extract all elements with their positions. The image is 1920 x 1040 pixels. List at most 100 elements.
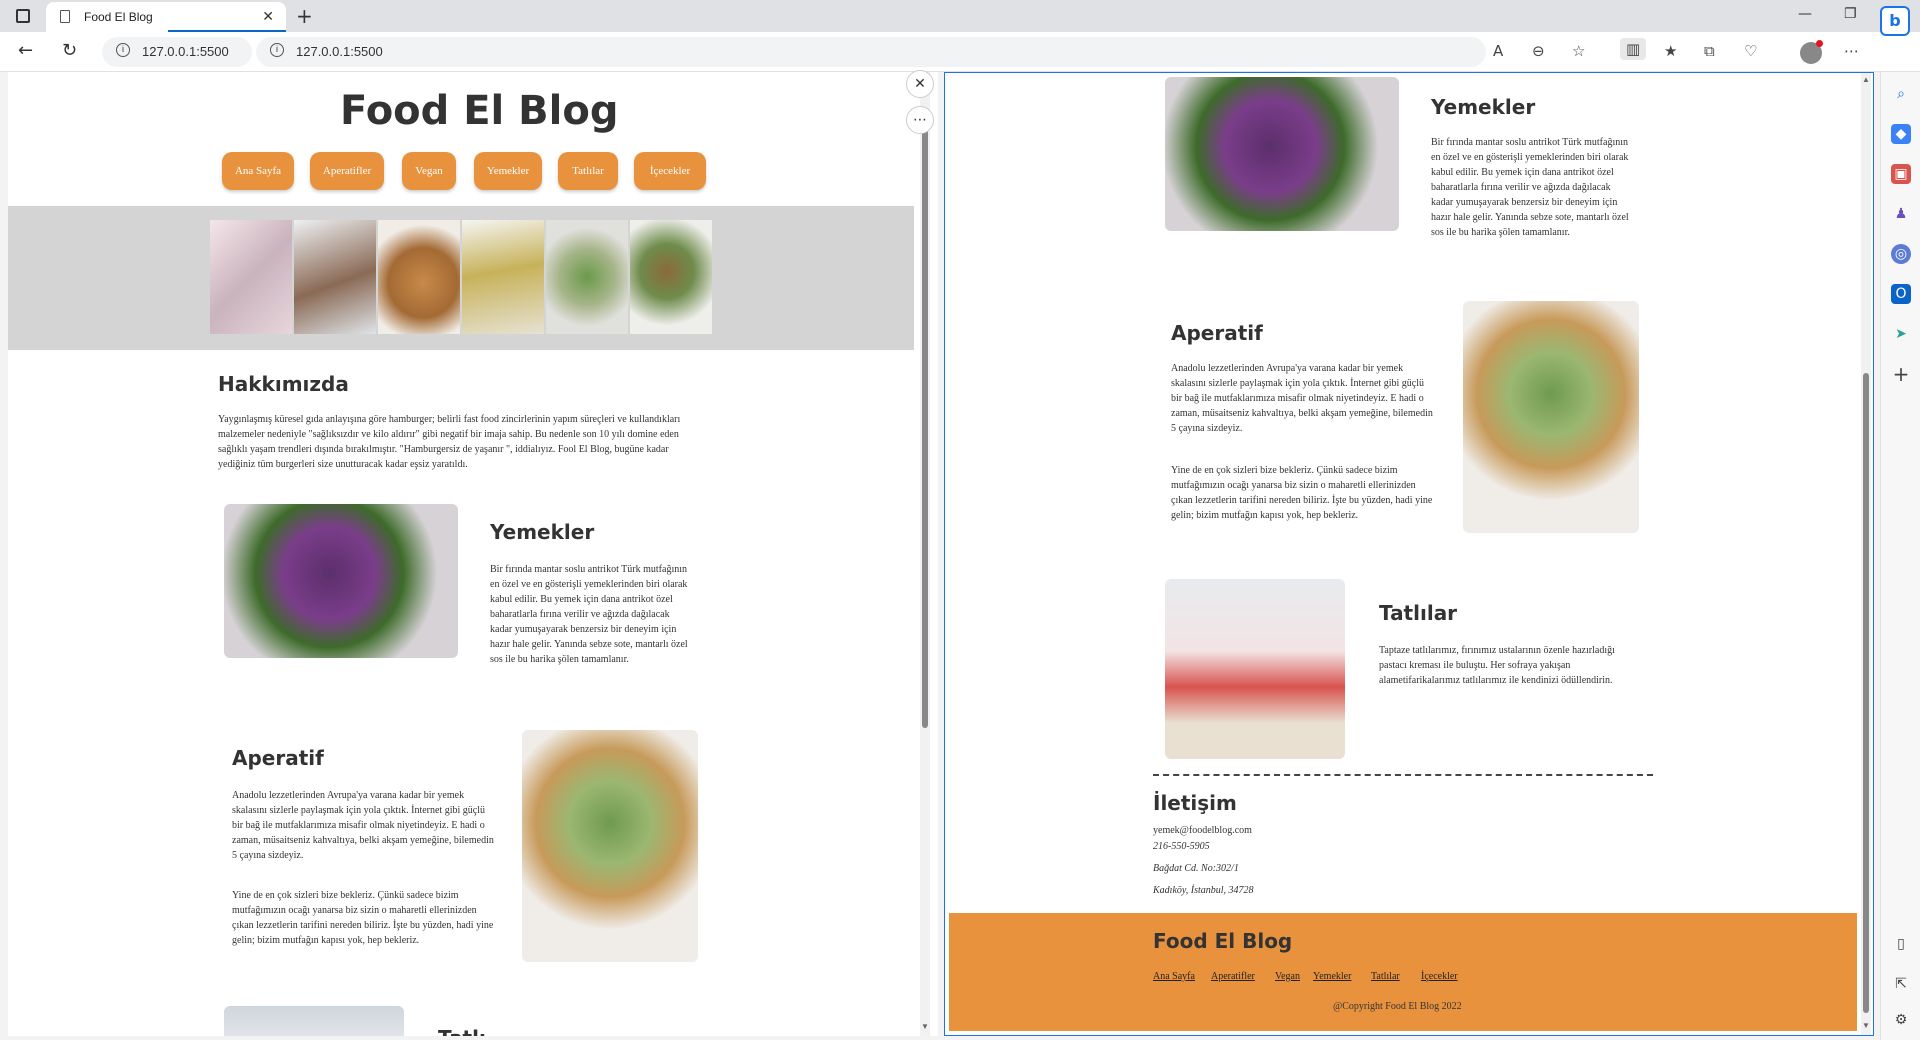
footer-link-ana-sayfa[interactable]: Ana Sayfa (1153, 971, 1195, 982)
split-pane-left: Food El Blog Ana Sayfa Aperatifler Vegan… (8, 72, 938, 1036)
restore-icon[interactable]: ❐ (1844, 6, 1857, 22)
yemekler-heading: Yemekler (490, 520, 595, 544)
more-menu-icon[interactable]: ⋯ (1844, 42, 1859, 60)
aperatif-text-1: Anadolu lezzetlerinden Avrupa'ya varana … (232, 790, 494, 861)
split-screen-icon[interactable]: ▥ (1620, 38, 1647, 60)
external-link-icon[interactable]: ⇱ (1891, 974, 1911, 994)
collections-icon[interactable]: ⧉ (1704, 42, 1715, 60)
nav-ana-sayfa[interactable]: Ana Sayfa (222, 152, 294, 190)
tatlilar-heading-partial: Tatlı (438, 1026, 486, 1036)
scroll-down-arrow-icon[interactable]: ▼ (920, 1022, 930, 1032)
url-text-left: 127.0.0.1:5500 (142, 44, 229, 59)
page-icon (60, 10, 70, 23)
nav-icecekler[interactable]: İçecekler (634, 152, 706, 190)
split-more-icon[interactable]: ⋯ (906, 106, 934, 134)
address-bar-left[interactable]: i 127.0.0.1:5500 (102, 37, 252, 67)
add-icon[interactable]: + (1891, 364, 1911, 384)
aperatif-image (1463, 301, 1639, 533)
gallery-image-salad (546, 220, 628, 334)
aperatif-heading: Aperatif (1171, 321, 1263, 345)
contact-email[interactable]: yemek@foodelblog.com (1153, 823, 1252, 838)
address-bar-right[interactable]: i 127.0.0.1:5500 (256, 37, 1486, 67)
yemekler-image (224, 504, 458, 658)
nav-aperatifler[interactable]: Aperatifler (310, 152, 384, 190)
right-scrollbar[interactable]: ▲ ▼ (1861, 73, 1871, 1035)
info-icon[interactable]: i (270, 43, 284, 57)
search-icon[interactable]: ⌕ (1891, 84, 1911, 104)
scroll-up-arrow-icon[interactable]: ▲ (1861, 75, 1871, 85)
footer-title: Food El Blog (1153, 929, 1293, 953)
settings-gear-icon[interactable]: ⚙ (1891, 1010, 1911, 1030)
browser-tab[interactable]: Food El Blog ✕ (46, 2, 286, 32)
info-icon[interactable]: i (116, 43, 130, 57)
footer-link-tatlilar[interactable]: Tatlılar (1371, 971, 1400, 982)
send-icon[interactable]: ➤ (1891, 324, 1911, 344)
copilot-icon[interactable]: b (1880, 6, 1910, 36)
aperatif-image (522, 730, 698, 962)
browser-toolbar: ← ↻ i 127.0.0.1:5500 i 127.0.0.1:5500 A … (0, 32, 1920, 72)
split-pane-right: Yemekler Bir fırında mantar soslu antrik… (944, 72, 1874, 1036)
close-split-icon[interactable]: ✕ (906, 70, 934, 98)
yemekler-heading: Yemekler (1431, 95, 1536, 119)
contact-address-1: Bağdat Cd. No:302/1 (1153, 863, 1239, 874)
footer-link-aperatifler[interactable]: Aperatifler (1211, 971, 1255, 982)
favorite-star-icon[interactable]: ☆ (1572, 42, 1585, 60)
minimize-icon[interactable]: — (1798, 6, 1812, 22)
new-tab-button[interactable]: + (296, 4, 313, 28)
url-text-right: 127.0.0.1:5500 (296, 44, 383, 59)
title-bar: Food El Blog ✕ + — ❐ ✕ (0, 0, 1920, 32)
read-aloud-icon[interactable]: A (1493, 42, 1503, 60)
tatlilar-image-partial (224, 1006, 404, 1036)
aperatif-text-1: Anadolu lezzetlerinden Avrupa'ya varana … (1171, 363, 1433, 434)
tools-icon[interactable]: ▣ (1891, 164, 1911, 184)
scroll-down-arrow-icon[interactable]: ▼ (1861, 1021, 1871, 1031)
games-icon[interactable]: ♟ (1891, 204, 1911, 224)
left-scrollbar[interactable]: ▲ ▼ (920, 72, 930, 1036)
tab-close-icon[interactable]: ✕ (262, 8, 274, 25)
gallery-image-bowl (630, 220, 712, 334)
scroll-thumb[interactable] (922, 128, 928, 728)
footer-link-vegan[interactable]: Vegan (1275, 971, 1300, 982)
favorites-icon[interactable]: ★ (1664, 42, 1677, 60)
scroll-thumb[interactable] (1863, 373, 1869, 1013)
footer-link-icecekler[interactable]: İçecekler (1421, 971, 1458, 982)
about-text: Yaygınlaşmış küresel gıda anlayışına gör… (218, 414, 681, 470)
back-icon[interactable]: ← (18, 40, 33, 61)
tatlilar-image (1165, 579, 1345, 759)
contact-heading: İletişim (1153, 791, 1237, 815)
refresh-icon[interactable]: ↻ (62, 40, 77, 61)
gallery-image-pie (378, 220, 460, 334)
contact-phone: 216-550-5905 (1153, 841, 1210, 852)
yemekler-text: Bir fırında mantar soslu antrikot Türk m… (1431, 137, 1629, 238)
footer-copyright: @Copyright Food El Blog 2022 (1333, 1001, 1462, 1012)
aperatif-heading: Aperatif (232, 746, 324, 770)
sidebar-layout-icon[interactable]: ▯ (1891, 934, 1911, 954)
outlook-icon[interactable]: O (1891, 284, 1911, 304)
browser-essentials-icon[interactable]: ♡ (1744, 42, 1757, 60)
gallery-image-roll (294, 220, 376, 334)
footer-link-yemekler[interactable]: Yemekler (1313, 971, 1351, 982)
gallery-image-jar (210, 220, 292, 334)
sidebar-toggle-icon[interactable] (16, 9, 30, 23)
notification-dot (1816, 40, 1823, 47)
shopping-icon[interactable]: ◆ (1891, 124, 1911, 144)
about-heading: Hakkımızda (218, 372, 349, 396)
contact-divider (1153, 774, 1653, 776)
yemekler-image (1165, 77, 1399, 231)
aperatif-text-2: Yine de en çok sizleri bize bekleriz. Çü… (232, 890, 494, 946)
edge-sidebar: ⌕ ◆ ▣ ♟ ◎ O ➤ + ▯ ⇱ ⚙ (1880, 72, 1920, 1040)
site-footer: Food El Blog Ana Sayfa Aperatifler Vegan… (949, 913, 1857, 1031)
nav-vegan[interactable]: Vegan (402, 152, 456, 190)
tatlilar-text: Taptaze tatlılarımız, fırınımız ustaları… (1379, 645, 1615, 686)
tab-title: Food El Blog (84, 10, 153, 24)
aperatif-text-2: Yine de en çok sizleri bize bekleriz. Çü… (1171, 465, 1433, 521)
zoom-icon[interactable]: ⊖ (1532, 42, 1545, 60)
microsoft365-icon[interactable]: ◎ (1891, 244, 1911, 264)
nav-tatlilar[interactable]: Tatlılar (558, 152, 618, 190)
nav-yemekler[interactable]: Yemekler (474, 152, 542, 190)
yemekler-text: Bir fırında mantar soslu antrikot Türk m… (490, 564, 688, 665)
contact-address-2: Kadıköy, İstanbul, 34728 (1153, 885, 1254, 896)
site-title: Food El Blog (340, 88, 619, 134)
photo-gallery (8, 206, 914, 350)
tatlilar-heading: Tatlılar (1379, 601, 1458, 625)
